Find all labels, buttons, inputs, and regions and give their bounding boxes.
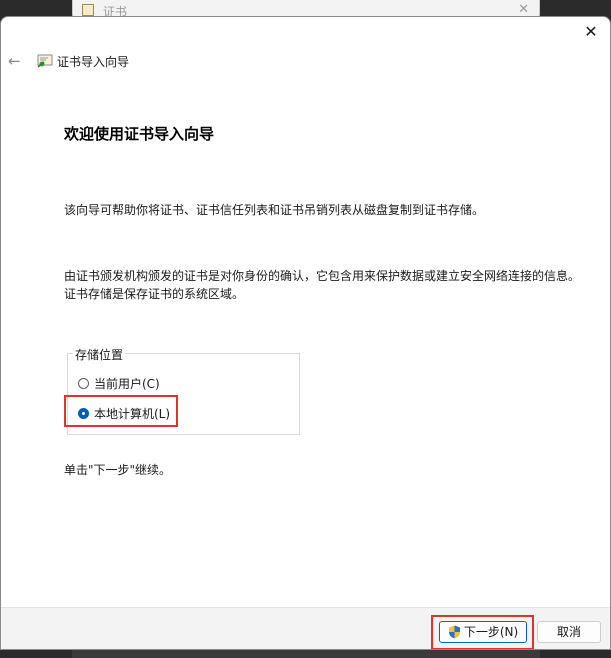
wizard-title: 证书导入向导: [57, 55, 130, 69]
radio-current-user[interactable]: 当前用户(C): [78, 375, 160, 392]
radio-button-checked[interactable]: [78, 408, 89, 419]
next-button[interactable]: 下一步(N): [439, 621, 527, 643]
uac-shield-icon: [448, 625, 460, 639]
certificate-info-paragraph: 由证书颁发机构颁发的证书是对你身份的确认，它包含用来保护数据或建立安全网络连接的…: [64, 269, 581, 301]
radio-label-current-user: 当前用户(C): [94, 377, 160, 391]
certificate-icon: [82, 4, 94, 16]
store-location-legend: 存储位置: [73, 346, 126, 363]
certificate-import-wizard-dialog: ✕ ← 证书导入向导 欢迎使用证书导入向导 该向导可帮助你将证书、证书信任列表和…: [0, 16, 611, 650]
close-button[interactable]: ✕: [578, 20, 604, 44]
radio-label-local-machine: 本地计算机(L): [94, 407, 171, 421]
next-button-label: 下一步(N): [463, 625, 519, 639]
back-arrow-icon[interactable]: ←: [8, 52, 21, 70]
store-location-group: 存储位置 当前用户(C) 本地计算机(L): [67, 346, 300, 435]
close-icon: ✕: [518, 2, 529, 17]
cancel-button-label: 取消: [556, 625, 581, 639]
page-heading: 欢迎使用证书导入向导: [64, 125, 215, 143]
dialog-footer: 下一步(N) 取消: [1, 607, 610, 649]
description-paragraph: 该向导可帮助你将证书、证书信任列表和证书吊销列表从磁盘复制到证书存储。: [64, 203, 485, 217]
cancel-button[interactable]: 取消: [537, 621, 601, 643]
background-window-edge: [72, 650, 540, 658]
wizard-header: ← 证书导入向导: [1, 47, 610, 77]
radio-local-machine[interactable]: 本地计算机(L): [78, 405, 170, 422]
radio-button-unchecked[interactable]: [78, 378, 89, 389]
continue-instruction: 单击"下一步"继续。: [64, 463, 172, 477]
certificate-icon: [37, 54, 53, 68]
